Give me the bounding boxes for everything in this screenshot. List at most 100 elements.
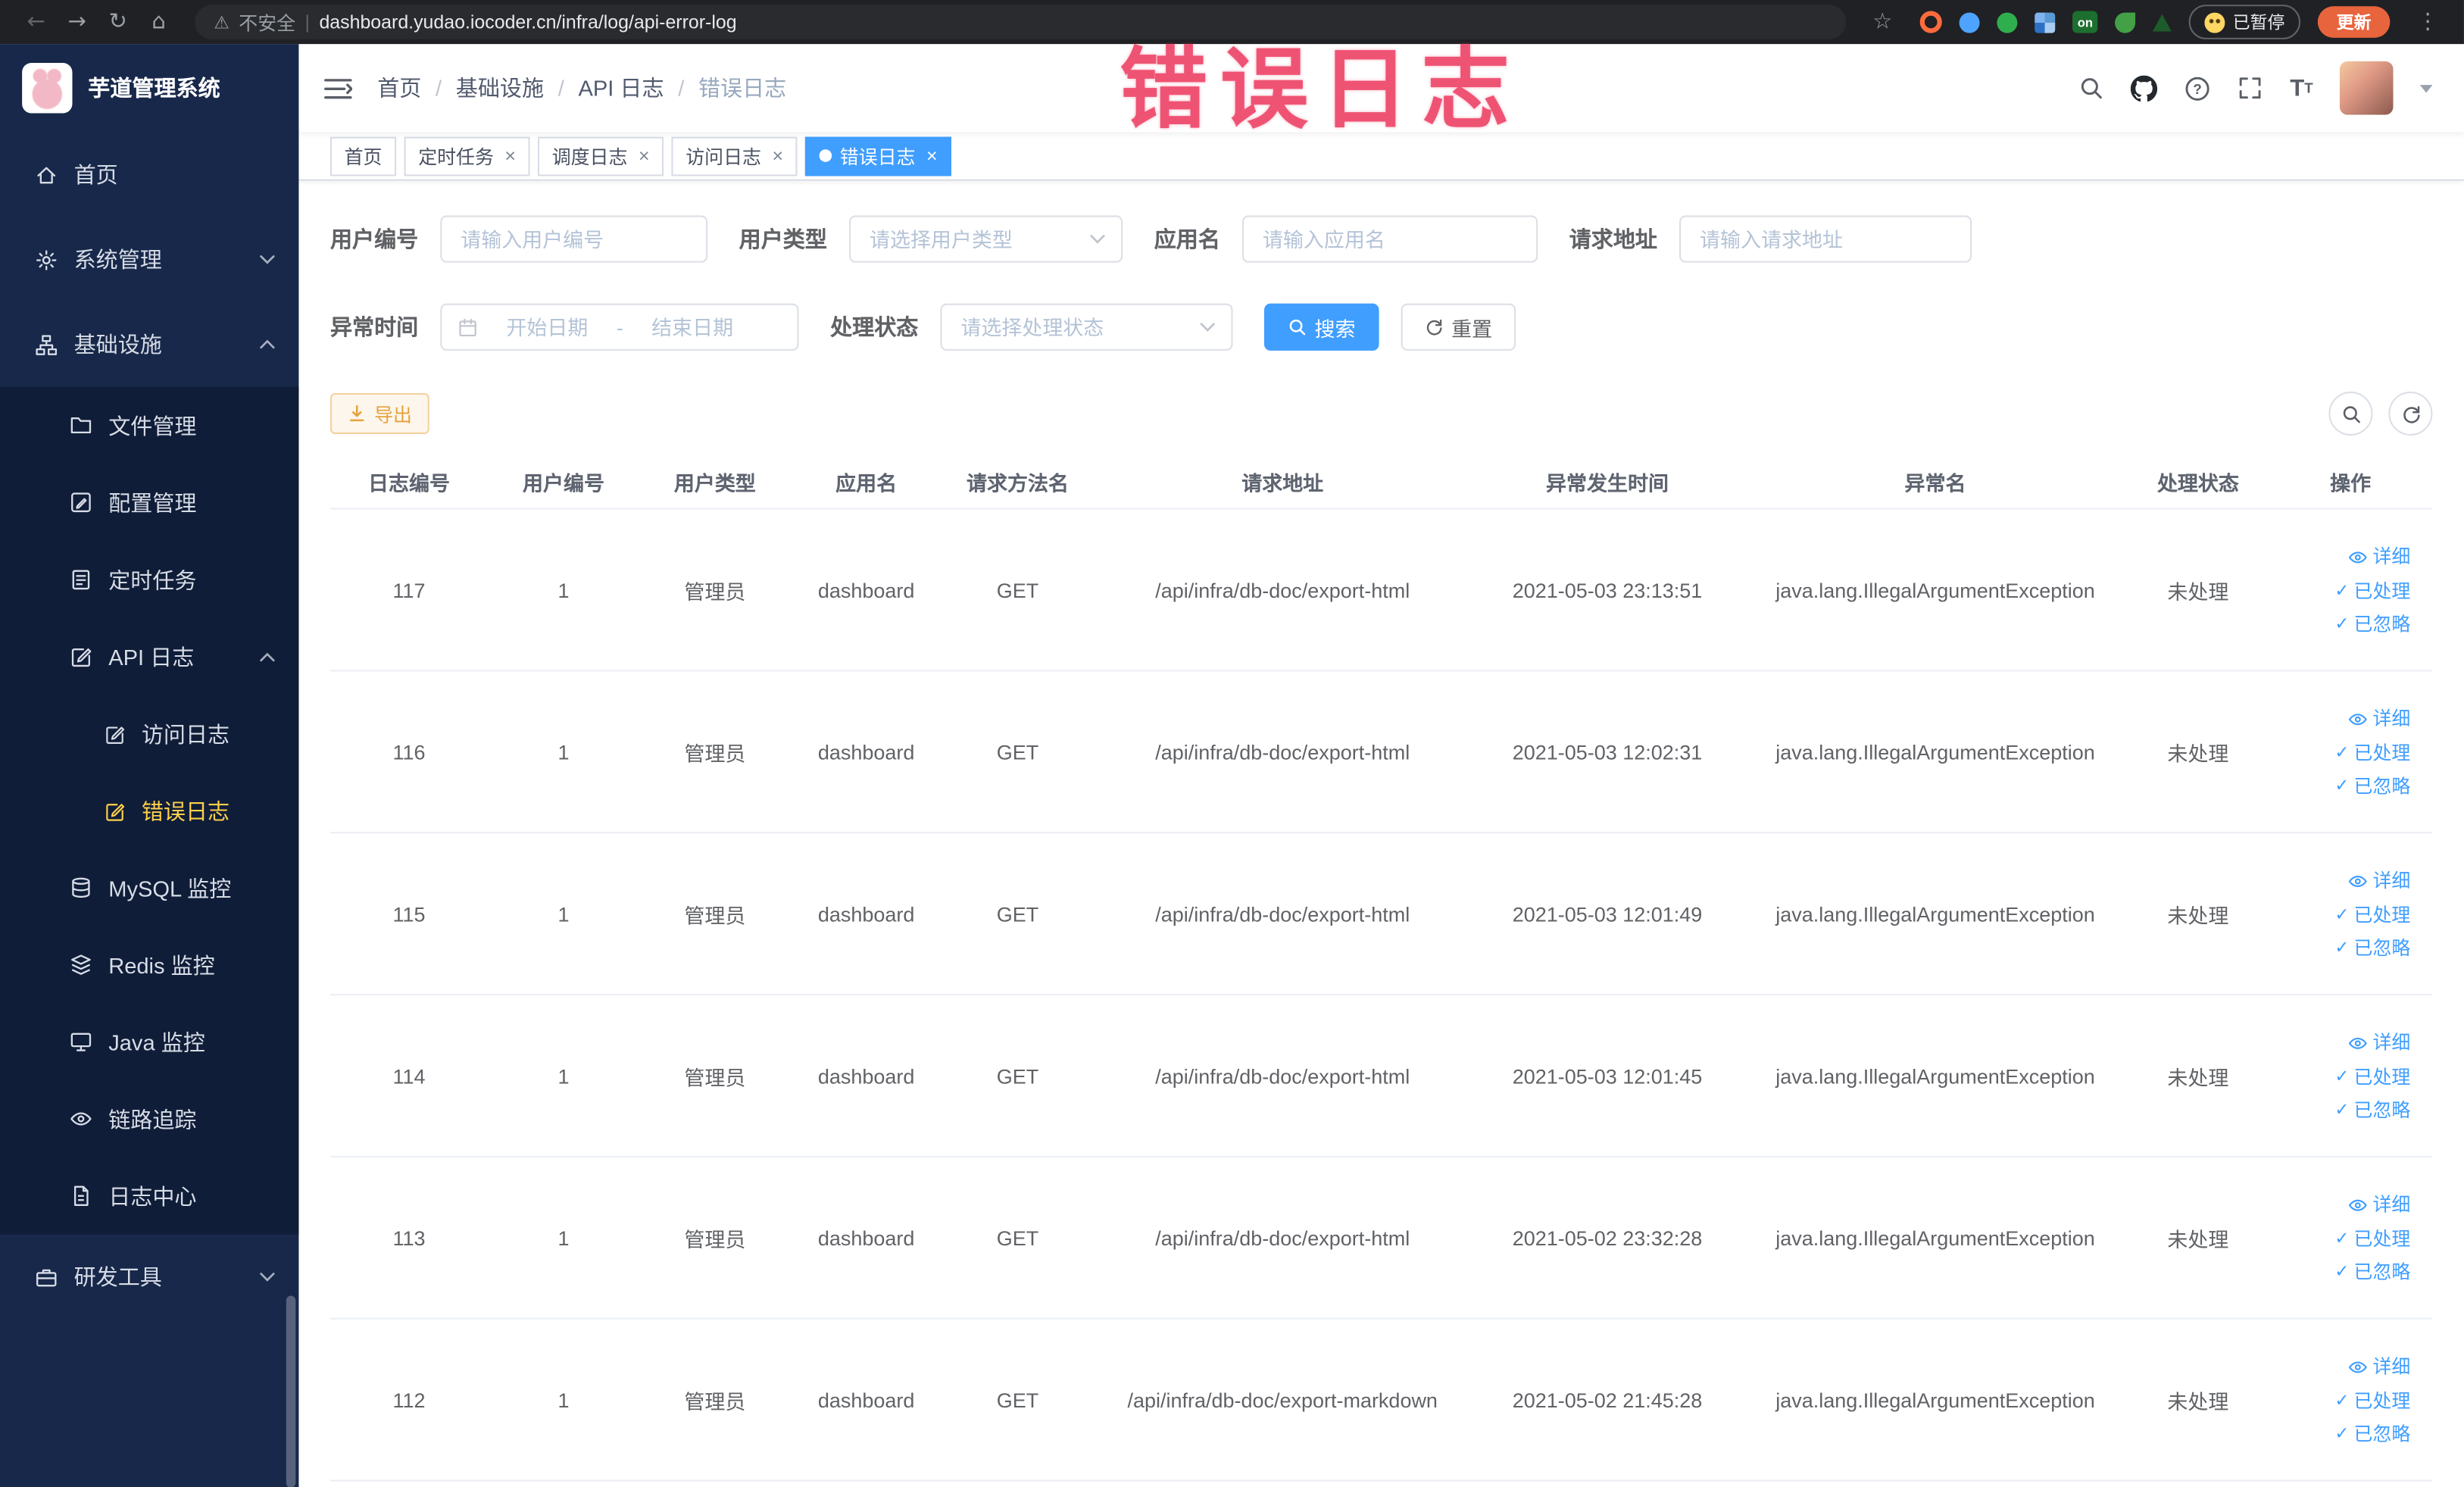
mark-ignored-link[interactable]: ✓ 已忽略 — [2334, 614, 2410, 633]
breadcrumb-item-home[interactable]: 首页 — [377, 72, 421, 104]
address-bar[interactable]: ⚠ 不安全 | dashboard.yudao.iocoder.cn/infra… — [195, 5, 1847, 39]
cell-status: 未处理 — [2167, 1389, 2229, 1414]
breadcrumb-item-infrastructure[interactable]: 基础设施 — [456, 72, 544, 104]
extension-icon-blue-grid[interactable] — [2035, 11, 2056, 33]
extension-icon-green-leaf[interactable] — [2115, 11, 2136, 33]
sidebar-item-log-center[interactable]: 日志中心 — [0, 1157, 298, 1235]
table-row: 115 1 管理员 dashboard GET /api/infra/db-do… — [329, 833, 2433, 996]
help-icon[interactable]: ? — [2184, 75, 2211, 102]
monitor-icon — [69, 1030, 92, 1054]
hamburger-icon[interactable] — [324, 77, 353, 100]
tab-access-log[interactable]: 访问日志 × — [671, 136, 798, 176]
browser-menu-icon[interactable]: ⋮ — [2407, 9, 2448, 34]
detail-link[interactable]: 详细 — [2347, 1195, 2410, 1215]
table-header-row: 日志编号 用户编号 用户类型 应用名 请求方法名 请求地址 异常发生时间 异常名… — [329, 455, 2433, 510]
search-toggle-button[interactable] — [2328, 391, 2373, 436]
update-button[interactable]: 更新 — [2317, 6, 2391, 38]
sidebar-item-home[interactable]: 首页 — [0, 132, 298, 217]
browser-home-icon[interactable]: ⌂ — [139, 9, 180, 34]
mark-ignored-link[interactable]: ✓ 已忽略 — [2334, 776, 2410, 795]
tampermonkey-icon — [2204, 11, 2225, 33]
detail-link[interactable]: 详细 — [2347, 1032, 2410, 1053]
mark-processed-link[interactable]: ✓ 已处理 — [2334, 1067, 2410, 1086]
sidebar-item-error-log[interactable]: 错误日志 — [0, 772, 298, 849]
date-range-input[interactable]: - — [440, 303, 799, 351]
close-icon[interactable]: × — [926, 145, 938, 167]
search-icon[interactable] — [2079, 76, 2104, 101]
avatar[interactable] — [2339, 61, 2394, 115]
search-button[interactable]: 搜索 — [1264, 303, 1379, 351]
mark-processed-link[interactable]: ✓ 已处理 — [2334, 905, 2410, 924]
col-user-type: 用户类型 — [673, 470, 756, 495]
sidebar-item-config-management[interactable]: 配置管理 — [0, 464, 298, 541]
extension-icon-pine-tree[interactable] — [2152, 13, 2172, 31]
sidebar-item-scheduled-tasks[interactable]: 定时任务 — [0, 541, 298, 618]
sidebar-item-devtools[interactable]: 研发工具 — [0, 1235, 298, 1320]
sidebar-item-access-log[interactable]: 访问日志 — [0, 695, 298, 773]
user-id-input[interactable] — [440, 215, 708, 263]
browser-toolbar: ← → ↻ ⌂ ⚠ 不安全 | dashboard.yudao.iocoder.… — [0, 0, 2464, 45]
breadcrumb-item-api-log[interactable]: API 日志 — [578, 72, 664, 104]
mark-ignored-link[interactable]: ✓ 已忽略 — [2334, 1100, 2410, 1119]
fullscreen-icon[interactable] — [2238, 76, 2263, 101]
cell-app-name: dashboard — [817, 1387, 915, 1412]
paused-badge[interactable]: 已暂停 — [2188, 5, 2301, 39]
detail-link[interactable]: 详细 — [2347, 708, 2410, 729]
cell-exception-time: 2021-05-03 12:01:45 — [1512, 1064, 1703, 1088]
close-icon[interactable]: × — [504, 145, 516, 167]
sidebar-scrollbar[interactable] — [286, 1295, 296, 1487]
sidebar-item-infrastructure[interactable]: 基础设施 — [0, 302, 298, 387]
url-text: dashboard.yudao.iocoder.cn/infra/log/api… — [319, 11, 737, 33]
mark-processed-link[interactable]: ✓ 已处理 — [2334, 743, 2410, 762]
table-row: 114 1 管理员 dashboard GET /api/infra/db-do… — [329, 995, 2433, 1157]
close-icon[interactable]: × — [772, 145, 783, 167]
sidebar-menu: 首页 系统管理 基础设施 文件管理 配置管理 定时任务 API 日志 访问日志 … — [0, 132, 299, 1320]
mark-processed-link[interactable]: ✓ 已处理 — [2334, 581, 2410, 600]
tab-scheduled-tasks[interactable]: 定时任务 × — [404, 136, 530, 176]
tab-home[interactable]: 首页 — [329, 136, 397, 176]
cell-user-type: 管理员 — [684, 1065, 746, 1089]
sidebar-item-link-trace[interactable]: 链路追踪 — [0, 1080, 298, 1157]
cell-log-id: 112 — [392, 1387, 426, 1412]
extension-icon-proxy-on[interactable]: on — [2072, 11, 2098, 33]
mark-processed-link[interactable]: ✓ 已处理 — [2334, 1391, 2410, 1410]
sidebar-item-java-monitor[interactable]: Java 监控 — [0, 1003, 298, 1080]
detail-link[interactable]: 详细 — [2347, 1356, 2410, 1376]
refresh-button[interactable] — [2388, 391, 2433, 436]
mark-ignored-link[interactable]: ✓ 已忽略 — [2334, 938, 2410, 957]
sidebar-item-redis-monitor[interactable]: Redis 监控 — [0, 926, 298, 1004]
mark-ignored-link[interactable]: ✓ 已忽略 — [2334, 1262, 2410, 1281]
bookmark-star-icon[interactable]: ☆ — [1862, 9, 1903, 34]
user-type-select[interactable] — [848, 215, 1123, 263]
forward-icon[interactable]: → — [57, 9, 98, 34]
sidebar-item-api-log[interactable]: API 日志 — [0, 618, 298, 695]
extension-icon-orange-ring[interactable] — [1920, 11, 1943, 33]
avatar-caret-down-icon[interactable] — [2419, 84, 2433, 92]
detail-link[interactable]: 详细 — [2347, 546, 2410, 567]
process-status-select[interactable] — [940, 303, 1233, 351]
extension-icon-blue-drop[interactable] — [1960, 11, 1981, 33]
eye-icon — [2347, 1195, 2368, 1215]
calendar-icon — [458, 317, 478, 337]
sidebar-item-file-management[interactable]: 文件管理 — [0, 387, 298, 464]
close-icon[interactable]: × — [639, 145, 650, 167]
request-url-input[interactable] — [1679, 215, 1972, 263]
reload-icon[interactable]: ↻ — [98, 9, 139, 34]
app-logo[interactable]: 芋道管理系统 — [0, 44, 298, 132]
tab-error-log[interactable]: 错误日志 × — [805, 136, 952, 176]
tab-schedule-log[interactable]: 调度日志 × — [538, 136, 664, 176]
mark-ignored-link[interactable]: ✓ 已忽略 — [2334, 1424, 2410, 1443]
sidebar-item-system[interactable]: 系统管理 — [0, 217, 298, 301]
app-name-input[interactable] — [1241, 215, 1538, 263]
extension-icon-green-circle[interactable] — [1997, 11, 2018, 33]
cell-log-id: 114 — [392, 1064, 426, 1088]
detail-link[interactable]: 详细 — [2347, 870, 2410, 891]
font-size-icon[interactable]: TT — [2290, 77, 2313, 100]
reset-button[interactable]: 重置 — [1401, 303, 1516, 351]
cell-status: 未处理 — [2167, 903, 2229, 927]
back-icon[interactable]: ← — [16, 9, 57, 34]
sidebar-item-mysql-monitor[interactable]: MySQL 监控 — [0, 849, 298, 926]
export-button[interactable]: 导出 — [329, 392, 429, 434]
mark-processed-link[interactable]: ✓ 已处理 — [2334, 1229, 2410, 1248]
github-icon[interactable] — [2131, 74, 2158, 102]
